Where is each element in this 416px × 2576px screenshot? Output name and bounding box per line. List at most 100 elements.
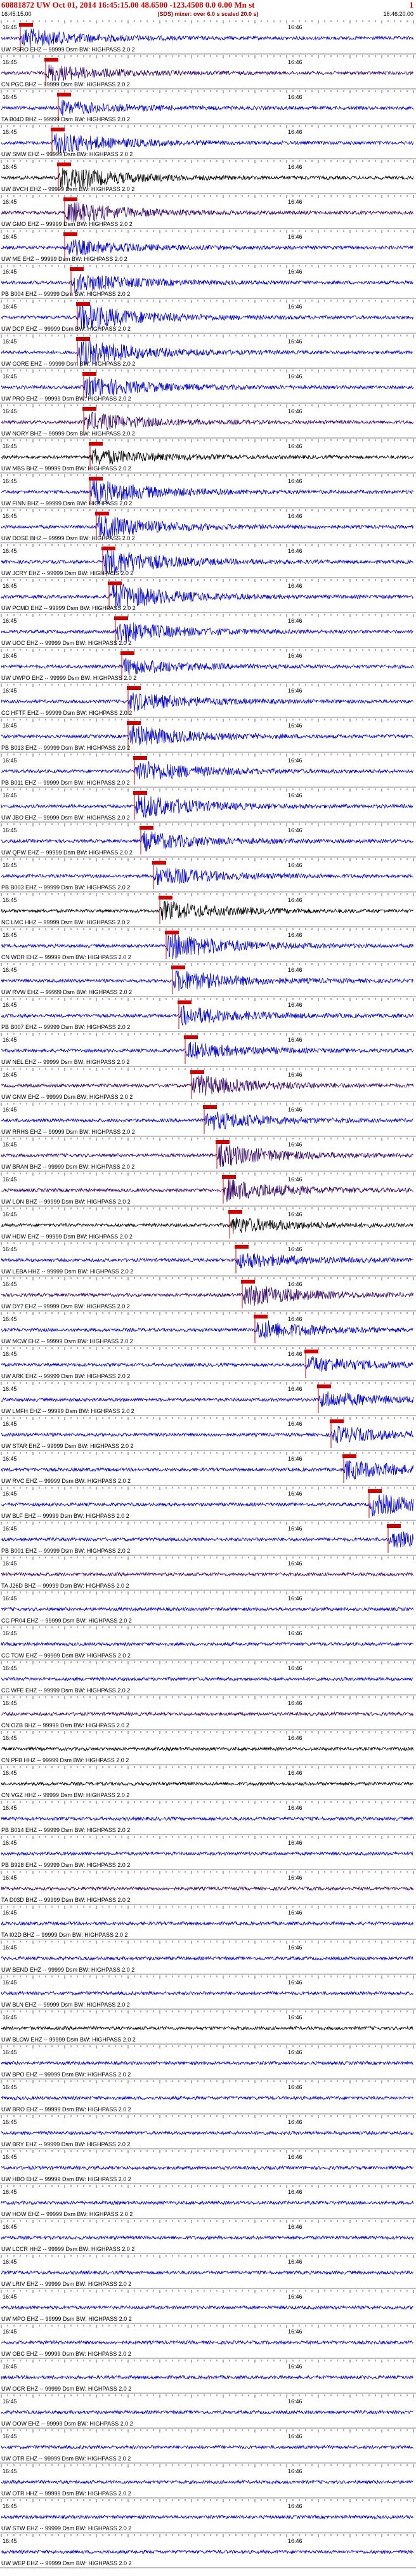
- tick-label-1645: 16:45: [3, 792, 17, 799]
- tick-label-1645: 16:45: [3, 1072, 17, 1078]
- tick-label-1646: 16:46: [288, 1630, 302, 1637]
- tick-label-1646: 16:46: [288, 2154, 302, 2160]
- channel-label: UW LCCR HHZ -- 99999 Dsm BW: HIGHPASS 2.…: [1, 2246, 134, 2252]
- tick-label-1646: 16:46: [288, 164, 302, 170]
- tick-label-1645: 16:45: [3, 1525, 17, 1532]
- tick-label-1646: 16:46: [288, 1770, 302, 1776]
- waveform-trace: [1, 2340, 413, 2346]
- waveform-trace: [1, 1920, 413, 1927]
- tick-label-1645: 16:45: [3, 1351, 17, 1357]
- channel-label: UW PCMD EHZ -- 99999 Dsm BW: HIGHPASS 2.…: [1, 605, 136, 611]
- waveform-trace: [1, 1531, 413, 1548]
- channel-label: UW BLF EHZ -- 99999 Dsm BW: HIGHPASS 2.0…: [1, 1513, 129, 1519]
- tick-label-1646: 16:46: [288, 59, 302, 65]
- pick-marker: [342, 1454, 356, 1458]
- tick-label-1645: 16:45: [3, 583, 17, 589]
- channel-label: CC WFE EHZ -- 99999 Dsm BW: HIGHPASS 2.0…: [1, 1687, 130, 1694]
- waveform-trace: [1, 100, 413, 116]
- tick-label-1646: 16:46: [288, 513, 302, 519]
- waveform-trace: [1, 1112, 413, 1131]
- channel-label: UW BLOW EHZ -- 99999 Dsm BW: HIGHPASS 2.…: [1, 2036, 136, 2043]
- pick-marker: [51, 128, 65, 131]
- channel-label: UW FINN BHZ -- 99999 Dsm BW: HIGHPASS 2.…: [1, 500, 132, 507]
- channel-label: PB B013 EHZ -- 99999 Dsm BW: HIGHPASS 2.…: [1, 745, 130, 751]
- channel-label: CN VGZ HHZ -- 99999 Dsm BW: HIGHPASS 2.0…: [1, 1792, 129, 1798]
- tick-label-1646: 16:46: [288, 2014, 302, 2021]
- waveform-trace: [1, 2025, 413, 2031]
- channel-label: UW LEBA HHZ -- 99999 Dsm BW: HIGHPASS 2.…: [1, 1268, 133, 1275]
- waveform-trace: [1, 1355, 413, 1372]
- waveform-trace: [1, 1886, 413, 1892]
- tick-label-1645: 16:45: [3, 2154, 17, 2160]
- tick-label-1646: 16:46: [288, 234, 302, 240]
- channel-label: UW LMFH EHZ -- 99999 Dsm BW: HIGHPASS 2.…: [1, 1408, 134, 1414]
- channel-label: UW GNW EHZ -- 99999 Dsm BW: HIGHPASS 2.0…: [1, 1094, 133, 1100]
- channel-label: CC HFTF EHZ -- 99999 Dsm BW: HIGHPASS 2.…: [1, 710, 132, 716]
- tick-label-1646: 16:46: [288, 1595, 302, 1602]
- channel-label: UW BRY EHZ -- 99999 Dsm BW: HIGHPASS 2.0…: [1, 2141, 130, 2148]
- tick-label-1645: 16:45: [3, 1665, 17, 1671]
- waveform-trace: [1, 1990, 413, 1996]
- pick-marker: [133, 791, 147, 795]
- pick-marker: [82, 407, 96, 411]
- tick-label-1646: 16:46: [288, 2049, 302, 2055]
- pick-marker: [114, 616, 128, 620]
- channel-label: UW QPW EHZ -- 99999 Dsm BW: HIGHPASS 2.0…: [1, 849, 133, 856]
- pick-marker: [241, 1280, 255, 1284]
- tick-label-1645: 16:45: [3, 2084, 17, 2090]
- tick-label-1645: 16:45: [3, 234, 17, 240]
- channel-label: TA D03D BHZ -- 99999 Dsm BW: HIGHPASS 2.…: [1, 1897, 131, 1903]
- pick-marker: [178, 1000, 192, 1004]
- tick-label-1645: 16:45: [3, 59, 17, 65]
- tick-label-1645: 16:45: [3, 2119, 17, 2125]
- tick-label-1645: 16:45: [3, 373, 17, 380]
- tick-label-1645: 16:45: [3, 2014, 17, 2021]
- tick-label-1646: 16:46: [288, 1909, 302, 1916]
- waveform-trace: [1, 658, 413, 676]
- channel-label: CN PGC BHZ -- 99999 Dsm BW: HIGHPASS 2.0…: [1, 81, 130, 88]
- seismogram-plot: 16:45 16:46 UW PSRO EHZ -- 99999 Dsm BW: H…: [0, 20, 416, 2568]
- channel-label: CN PFB HHZ -- 99999 Dsm BW: HIGHPASS 2.0…: [1, 1757, 129, 1763]
- tick-label-1645: 16:45: [3, 1944, 17, 1951]
- channel-label: UW DCP EHZ -- 99999 Dsm BW: HIGHPASS 2.0…: [1, 326, 131, 332]
- pick-marker: [254, 1315, 268, 1318]
- pick-marker: [44, 58, 58, 62]
- tick-label-1646: 16:46: [288, 2294, 302, 2300]
- tick-label-1645: 16:45: [3, 1386, 17, 1392]
- end-time: 16:46:20.00: [383, 11, 413, 17]
- tick-label-1645: 16:45: [3, 1316, 17, 1322]
- waveform-trace: [1, 692, 413, 712]
- pick-marker: [82, 372, 96, 376]
- tick-label-1645: 16:45: [3, 1630, 17, 1637]
- tick-label-1645: 16:45: [3, 757, 17, 764]
- waveform-trace: [1, 1253, 413, 1269]
- pick-marker: [159, 896, 172, 900]
- tick-label-1645: 16:45: [3, 967, 17, 973]
- pick-marker: [165, 931, 179, 934]
- pick-marker: [228, 1210, 242, 1214]
- waveform-trace: [1, 2060, 413, 2066]
- waveform-trace: [1, 1955, 413, 1962]
- tick-label-1645: 16:45: [3, 1211, 17, 1218]
- channel-label: UW RVW EHZ -- 99999 Dsm BW: HIGHPASS 2.0…: [1, 989, 132, 995]
- channel-label: UW NORY BHZ -- 99999 Dsm BW: HIGHPASS 2.…: [1, 430, 135, 437]
- tick-label-1645: 16:45: [3, 443, 17, 449]
- tick-label-1645: 16:45: [3, 722, 17, 729]
- waveform-trace: [1, 2374, 413, 2380]
- tick-label-1646: 16:46: [288, 1072, 302, 1078]
- channel-label: UW OOW EHZ -- 99999 Dsm BW: HIGHPASS 2.0…: [1, 2420, 133, 2427]
- tick-label-1645: 16:45: [3, 1560, 17, 1567]
- tick-label-1646: 16:46: [288, 1281, 302, 1287]
- pick-marker: [127, 721, 141, 725]
- tick-label-1645: 16:45: [3, 1840, 17, 1846]
- pick-marker: [95, 512, 109, 515]
- channel-label: UW RVC EHZ -- 99999 Dsm BW: HIGHPASS 2.0…: [1, 1478, 131, 1484]
- waveform-trace: [1, 2095, 413, 2101]
- tick-label-1645: 16:45: [3, 1875, 17, 1881]
- waveform-trace: [1, 1641, 413, 1647]
- tick-label-1646: 16:46: [288, 2119, 302, 2125]
- waveform-trace: [1, 202, 413, 223]
- tick-label-1645: 16:45: [3, 932, 17, 938]
- waveform-trace: [1, 2234, 413, 2241]
- channel-label: UW JCRY EHZ -- 99999 Dsm BW: HIGHPASS 2.…: [1, 570, 133, 576]
